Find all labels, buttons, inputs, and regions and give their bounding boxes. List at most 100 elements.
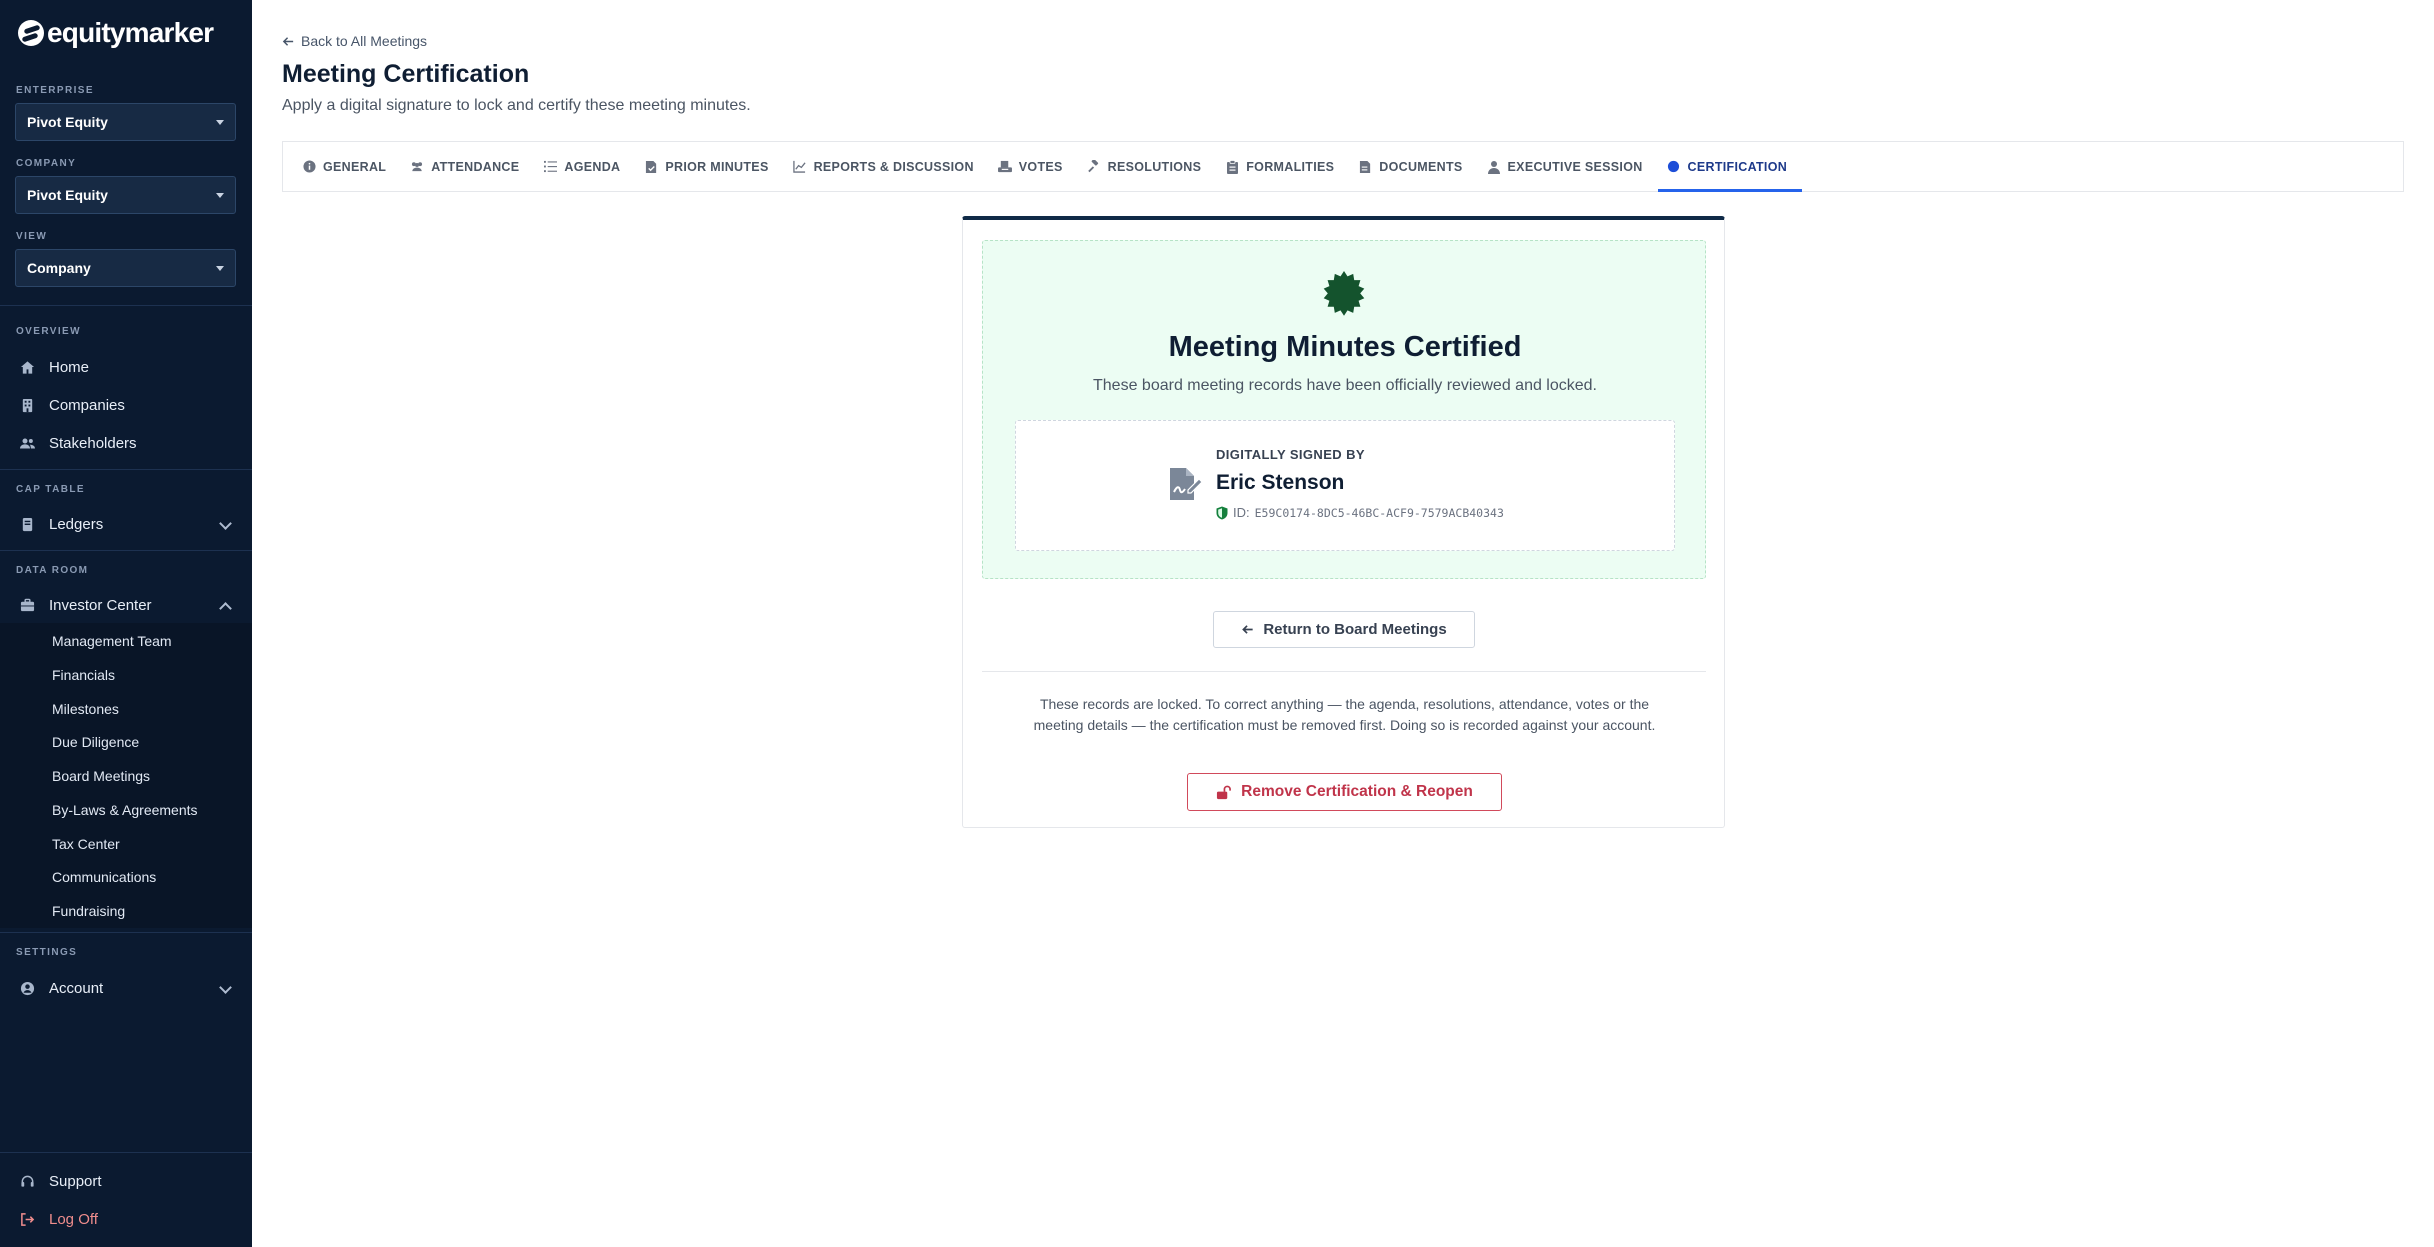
investor-center-submenu: Management Team Financials Milestones Du… (0, 623, 252, 928)
users-icon (20, 436, 35, 451)
tab-label: FORMALITIES (1246, 159, 1335, 174)
arrow-left-icon (282, 36, 294, 46)
document-icon (1358, 160, 1372, 174)
caret-down-icon (216, 119, 224, 125)
brand-logo[interactable]: equitymarker (18, 17, 214, 49)
sidebar-item-companies[interactable]: Companies (0, 388, 252, 422)
sidebar-item-log-off[interactable]: Log Off (0, 1202, 252, 1236)
tab-formalities[interactable]: FORMALITIES (1216, 142, 1349, 191)
back-to-meetings-link[interactable]: Back to All Meetings (282, 33, 427, 49)
sidebar-item-label: Companies (49, 396, 125, 414)
tab-resolutions[interactable]: RESOLUTIONS (1078, 142, 1217, 191)
submenu-item-tax-center[interactable]: Tax Center (52, 836, 120, 852)
chevron-down-icon (219, 517, 232, 530)
main-content: Back to All Meetings Meeting Certificati… (252, 0, 2434, 1247)
tab-label: GENERAL (323, 159, 387, 174)
enterprise-label: ENTERPRISE (16, 85, 94, 96)
info-icon (302, 160, 316, 174)
chevron-down-icon (219, 981, 232, 994)
submenu-item-financials[interactable]: Financials (52, 667, 115, 683)
tab-executive-session[interactable]: EXECUTIVE SESSION (1478, 142, 1658, 191)
list-icon (543, 160, 557, 174)
tab-label: AGENDA (564, 159, 621, 174)
sidebar-item-home[interactable]: Home (0, 350, 252, 384)
signature-box: DIGITALLY SIGNED BY Eric Stenson ID: E59… (1015, 420, 1675, 551)
clipboard-icon (1225, 159, 1239, 174)
ballot-icon (997, 160, 1012, 174)
signature-id: E59C0174-8DC5-46BC-ACF9-7579ACB40343 (1254, 505, 1504, 520)
submenu-item-milestones[interactable]: Milestones (52, 701, 119, 717)
submenu-item-fundraising[interactable]: Fundraising (52, 903, 125, 919)
page-subtitle: Apply a digital signature to lock and ce… (282, 97, 751, 114)
sidebar-item-investor-center[interactable]: Investor Center (0, 588, 252, 622)
section-overview: OVERVIEW (16, 326, 81, 337)
file-signature-icon (1170, 468, 1202, 500)
submenu-item-bylaws-agreements[interactable]: By-Laws & Agreements (52, 802, 198, 818)
tab-label: ATTENDANCE (431, 159, 520, 174)
signed-by-label: DIGITALLY SIGNED BY (1216, 447, 1365, 462)
remove-certification-button[interactable]: Remove Certification & Reopen (1187, 773, 1502, 811)
company-select[interactable]: Pivot Equity (15, 176, 236, 214)
logo-icon (18, 20, 44, 46)
meeting-tabs: GENERAL ATTENDANCE AGENDA PRIOR MINUTES … (282, 141, 2404, 192)
sidebar-item-stakeholders[interactable]: Stakeholders (0, 426, 252, 460)
tab-general[interactable]: GENERAL (293, 142, 401, 191)
sidebar-item-support[interactable]: Support (0, 1164, 252, 1198)
enterprise-select[interactable]: Pivot Equity (15, 103, 236, 141)
enterprise-value: Pivot Equity (27, 114, 108, 130)
tab-votes[interactable]: VOTES (989, 142, 1078, 191)
tab-prior-minutes[interactable]: PRIOR MINUTES (635, 142, 783, 191)
dot-icon (1667, 160, 1681, 174)
tab-label: VOTES (1018, 159, 1063, 174)
tab-documents[interactable]: DOCUMENTS (1349, 142, 1477, 191)
book-icon (20, 517, 35, 532)
certified-subtitle: These board meeting records have been of… (1093, 377, 1597, 394)
view-select[interactable]: Company (15, 249, 236, 287)
certified-panel: Meeting Minutes Certified These board me… (982, 240, 1706, 579)
sidebar-item-label: Support (49, 1172, 102, 1190)
certified-title: Meeting Minutes Certified (1168, 331, 1522, 363)
sidebar-divider (0, 932, 252, 933)
users-icon (410, 160, 424, 174)
sidebar-divider (0, 469, 252, 470)
tab-certification[interactable]: CERTIFICATION (1657, 142, 1803, 192)
card-divider (982, 671, 1706, 672)
submenu-item-communications[interactable]: Communications (52, 869, 156, 885)
submenu-item-management-team[interactable]: Management Team (52, 633, 172, 649)
sidebar-item-label: Ledgers (49, 515, 104, 533)
signature-id-row: ID: E59C0174-8DC5-46BC-ACF9-7579ACB40343 (1216, 505, 1504, 520)
sidebar-item-label: Account (49, 979, 104, 997)
signer-name: Eric Stenson (1216, 471, 1345, 494)
app-root: equitymarker ENTERPRISE Pivot Equity COM… (0, 0, 2434, 1247)
company-value: Pivot Equity (27, 187, 108, 203)
certificate-seal-icon (1323, 271, 1365, 316)
home-icon (20, 360, 35, 375)
user-lock-icon (1487, 160, 1501, 174)
headset-icon (20, 1174, 35, 1189)
section-settings: SETTINGS (16, 947, 78, 958)
sidebar-item-account[interactable]: Account (0, 971, 252, 1005)
logout-icon (20, 1212, 35, 1227)
sidebar: equitymarker ENTERPRISE Pivot Equity COM… (0, 0, 252, 1247)
submenu-item-due-diligence[interactable]: Due Diligence (52, 734, 139, 750)
unlock-icon (1217, 785, 1232, 799)
sidebar-divider (0, 305, 252, 306)
sidebar-item-label: Stakeholders (49, 434, 137, 452)
back-link-label: Back to All Meetings (301, 33, 428, 49)
view-value: Company (27, 260, 91, 276)
certification-card: Meeting Minutes Certified These board me… (962, 216, 1725, 828)
return-to-board-meetings-button[interactable]: Return to Board Meetings (1213, 611, 1475, 648)
company-label: COMPANY (16, 158, 77, 169)
sidebar-item-label: Home (49, 358, 90, 376)
view-label: VIEW (16, 231, 48, 242)
building-icon (20, 398, 35, 413)
sidebar-item-ledgers[interactable]: Ledgers (0, 507, 252, 541)
tab-attendance[interactable]: ATTENDANCE (401, 142, 534, 191)
tab-label: CERTIFICATION (1687, 159, 1788, 174)
button-label: Return to Board Meetings (1263, 621, 1447, 638)
tab-reports-discussion[interactable]: REPORTS & DISCUSSION (784, 142, 989, 191)
tab-agenda[interactable]: AGENDA (534, 142, 635, 191)
tab-label: EXECUTIVE SESSION (1507, 159, 1643, 174)
caret-down-icon (216, 265, 224, 271)
submenu-item-board-meetings[interactable]: Board Meetings (52, 768, 150, 784)
